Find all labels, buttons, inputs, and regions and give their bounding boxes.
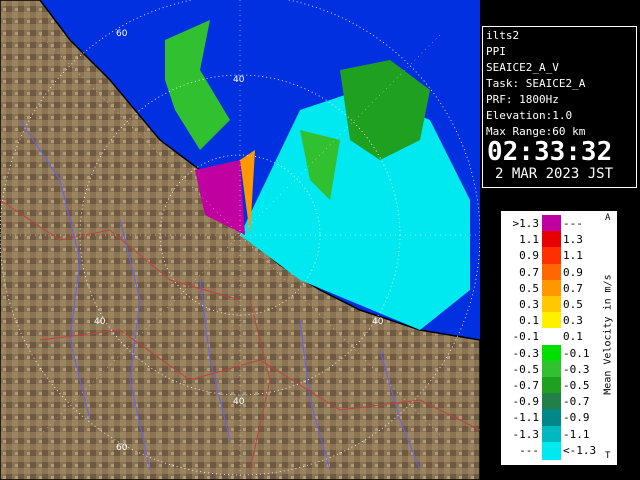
station-name: ilts2 bbox=[486, 29, 520, 42]
elevation-value: Elevation:1.0 bbox=[486, 109, 573, 122]
scan-info-box: ilts2 PPI SEAICE2_A_V Task: SEAICE2_A PR… bbox=[482, 26, 637, 188]
range-label: 40 bbox=[233, 397, 245, 407]
legend-unit-text: Mean Velocity in m/s bbox=[602, 274, 614, 395]
legend-left-value: --- bbox=[519, 443, 539, 457]
scan-name: SEAICE2_A_V bbox=[486, 61, 559, 74]
radar-ppi-map[interactable]: 60 40 40 40 40 60 bbox=[0, 0, 480, 480]
scan-time: 02:33:32 bbox=[487, 137, 613, 167]
legend-right-value: <-1.3 bbox=[563, 443, 597, 457]
velocity-legend: >1.3 --- 1.1 1.3 0.9 1.1 0.7 0.9 0.5 0.7 0.3 0.5 0.1… bbox=[500, 210, 618, 466]
legend-bottom-glyph: T bbox=[605, 451, 611, 461]
range-label: 60 bbox=[116, 443, 128, 453]
range-label: 60 bbox=[116, 29, 128, 39]
task-name: Task: SEAICE2_A bbox=[486, 77, 586, 90]
legend-unit-label: Mean Velocity in m/s bbox=[601, 221, 615, 451]
range-label: 40 bbox=[372, 317, 384, 327]
scan-date: 2 MAR 2023 JST bbox=[495, 166, 614, 182]
display-mode: PPI bbox=[486, 45, 506, 58]
range-label: 40 bbox=[233, 75, 245, 85]
radar-canvas: 60 40 40 40 40 60 bbox=[0, 0, 480, 480]
side-panel: ilts2 PPI SEAICE2_A_V Task: SEAICE2_A PR… bbox=[480, 0, 640, 480]
range-label: 40 bbox=[94, 317, 106, 327]
legend-color-swatch bbox=[542, 441, 561, 460]
prf-value: PRF: 1800Hz bbox=[486, 93, 559, 106]
